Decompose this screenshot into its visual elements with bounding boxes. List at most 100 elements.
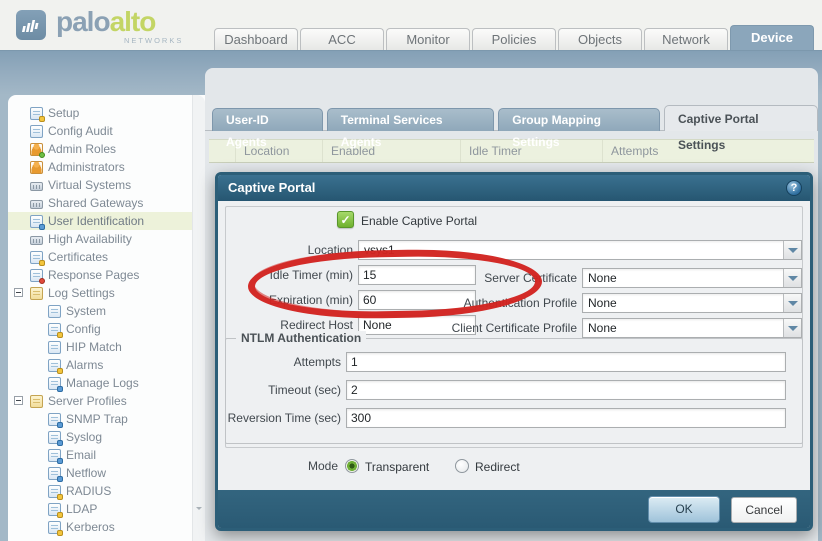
tab-user-id-agents[interactable]: User-ID Agents	[212, 108, 323, 149]
nav-tab-dashboard[interactable]: Dashboard	[214, 28, 298, 50]
server-lock-icon	[48, 502, 63, 518]
server-certificate-dropdown[interactable]: None	[582, 268, 802, 288]
sidebar-item-hip-match[interactable]: HIP Match	[8, 338, 192, 356]
server-lock-icon	[48, 520, 63, 536]
sidebar-item-setup[interactable]: Setup	[8, 104, 192, 122]
client-certificate-profile-dropdown[interactable]: None	[582, 318, 802, 338]
sidebar-item-snmp-trap[interactable]: SNMP Trap	[8, 410, 192, 428]
nav-tab-acc[interactable]: ACC	[300, 28, 384, 50]
folder-icon	[30, 286, 43, 300]
mode-transparent-label: Transparent	[365, 460, 430, 474]
help-icon[interactable]: ?	[786, 180, 802, 196]
ntlm-authentication-title: NTLM Authentication	[236, 331, 367, 345]
virtual-systems-icon	[30, 181, 43, 191]
nav-tab-network[interactable]: Network	[644, 28, 728, 50]
sidebar-item-netflow[interactable]: Netflow	[8, 464, 192, 482]
nav-tab-device[interactable]: Device	[730, 25, 814, 50]
client-certificate-profile-label: Client Certificate Profile	[451, 321, 577, 335]
chevron-down-icon[interactable]	[783, 269, 801, 287]
sidebar-item-alarms[interactable]: Alarms	[8, 356, 192, 374]
mode-transparent-radio[interactable]	[345, 459, 359, 473]
device-subtabs: User-ID Agents Terminal Services Agents …	[212, 105, 818, 152]
nav-tab-monitor[interactable]: Monitor	[386, 28, 470, 50]
enable-captive-portal-label: Enable Captive Portal	[361, 214, 478, 228]
ok-button[interactable]: OK	[648, 496, 720, 523]
sidebar-item-email[interactable]: Email	[8, 446, 192, 464]
ntlm-reversion-time-label: Reversion Time (sec)	[227, 411, 341, 425]
response-pages-icon	[30, 268, 45, 284]
shared-gateways-icon	[30, 199, 43, 209]
captive-portal-dialog: Captive Portal ? ✓ Enable Captive Portal…	[215, 172, 813, 531]
cancel-button[interactable]: Cancel	[731, 497, 797, 523]
idle-timer-label: Idle Timer (min)	[269, 268, 353, 282]
ntlm-timeout-label: Timeout (sec)	[268, 383, 341, 397]
ntlm-attempts-input[interactable]	[346, 352, 786, 372]
enable-captive-portal-checkbox[interactable]: ✓	[337, 211, 354, 228]
sidebar-item-response-pages[interactable]: Response Pages	[8, 266, 192, 284]
sidebar-item-user-identification[interactable]: User Identification	[8, 212, 192, 230]
sidebar-item-server-profiles[interactable]: Server Profiles	[8, 392, 192, 410]
chevron-down-icon[interactable]	[783, 319, 801, 337]
chevron-down-icon[interactable]	[783, 294, 801, 312]
sidebar-item-manage-logs[interactable]: Manage Logs	[8, 374, 192, 392]
sidebar-item-kerberos[interactable]: Kerberos	[8, 518, 192, 536]
mode-redirect-label: Redirect	[475, 460, 520, 474]
sidebar-item-shared-gateways[interactable]: Shared Gateways	[8, 194, 192, 212]
chevron-down-icon[interactable]	[783, 241, 801, 259]
tab-terminal-services-agents[interactable]: Terminal Services Agents	[326, 108, 495, 149]
sidebar-item-admin-roles[interactable]: Admin Roles	[8, 140, 192, 158]
nav-tab-policies[interactable]: Policies	[472, 28, 556, 50]
log-doc-icon	[48, 304, 61, 318]
dialog-body: ✓ Enable Captive Portal Location vsys1 I…	[218, 201, 810, 490]
sidebar-item-log-system[interactable]: System	[8, 302, 192, 320]
sidebar-item-log-settings[interactable]: Log Settings	[8, 284, 192, 302]
expiration-label: Expiration (min)	[268, 293, 353, 307]
server-doc-icon	[48, 412, 63, 428]
ntlm-reversion-time-input[interactable]	[346, 408, 786, 428]
collapse-toggle-icon[interactable]	[14, 396, 23, 405]
config-audit-icon	[30, 124, 43, 138]
sidebar-item-radius[interactable]: RADIUS	[8, 482, 192, 500]
ntlm-attempts-label: Attempts	[293, 355, 341, 369]
tab-group-mapping-settings[interactable]: Group Mapping Settings	[498, 108, 660, 149]
alarms-icon	[48, 358, 63, 374]
server-doc-icon	[48, 430, 63, 446]
server-certificate-value: None	[588, 271, 617, 285]
mode-label: Mode	[307, 459, 338, 473]
high-availability-icon	[30, 235, 43, 245]
tab-captive-portal-settings[interactable]: Captive Portal Settings	[663, 105, 818, 152]
sidebar-item-syslog[interactable]: Syslog	[8, 428, 192, 446]
sidebar-item-certificates[interactable]: Certificates	[8, 248, 192, 266]
server-doc-icon	[48, 466, 63, 482]
server-certificate-label: Server Certificate	[484, 271, 577, 285]
brand-wordmark: paloalto	[56, 6, 156, 37]
sidebar-item-config-audit[interactable]: Config Audit	[8, 122, 192, 140]
sidebar-item-virtual-systems[interactable]: Virtual Systems	[8, 176, 192, 194]
log-doc-icon	[48, 322, 63, 338]
sidebar-item-ldap[interactable]: LDAP	[8, 500, 192, 518]
nav-tab-objects[interactable]: Objects	[558, 28, 642, 50]
ntlm-authentication-fieldset: NTLM Authentication Attempts Timeout (se…	[225, 331, 803, 444]
dialog-title: Captive Portal	[228, 180, 316, 195]
sidebar-scrollbar[interactable]	[192, 95, 205, 541]
sidebar-item-administrators[interactable]: Administrators	[8, 158, 192, 176]
device-sidebar: Setup Config Audit Admin Roles Administr…	[8, 95, 205, 541]
location-dropdown[interactable]: vsys1	[358, 240, 802, 260]
mode-row: Mode Transparent Redirect	[218, 459, 810, 477]
location-label: Location	[307, 243, 353, 257]
collapse-toggle-icon[interactable]	[14, 288, 23, 297]
redirect-host-label: Redirect Host	[280, 318, 353, 332]
mode-redirect-radio[interactable]	[455, 459, 469, 473]
folder-icon	[30, 394, 43, 408]
client-certificate-profile-value: None	[588, 321, 617, 335]
log-doc-icon	[48, 340, 61, 354]
ntlm-timeout-input[interactable]	[346, 380, 786, 400]
authentication-profile-dropdown[interactable]: None	[582, 293, 802, 313]
idle-timer-input[interactable]	[358, 265, 476, 285]
sidebar-item-high-availability[interactable]: High Availability	[8, 230, 192, 248]
dialog-footer: OK Cancel	[218, 490, 810, 528]
sidebar-item-log-config[interactable]: Config	[8, 320, 192, 338]
app-header: paloalto NETWORKS Dashboard ACC Monitor …	[0, 0, 822, 50]
manage-logs-icon	[48, 376, 63, 392]
expiration-input[interactable]	[358, 290, 476, 310]
